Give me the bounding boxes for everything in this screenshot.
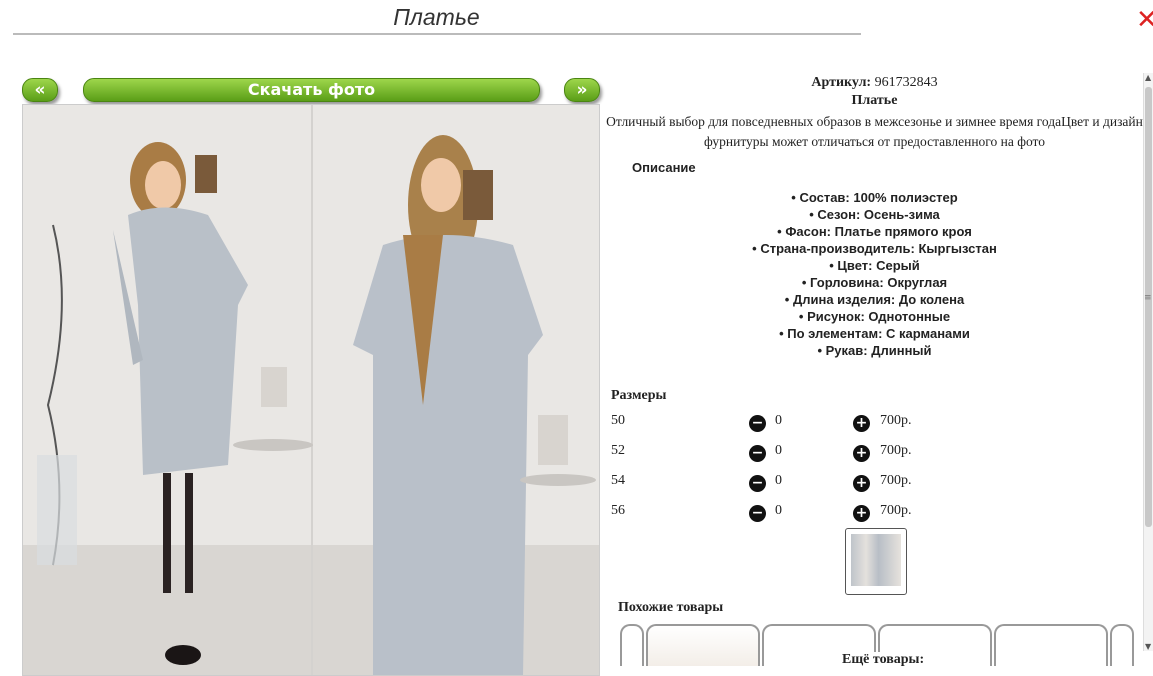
quantity-value: 0 — [775, 413, 782, 428]
property-item: Длина изделия: До колена — [606, 291, 1143, 308]
close-icon[interactable]: ✕ — [1136, 6, 1153, 34]
properties-list: Состав: 100% полиэстер Сезон: Осень-зима… — [606, 189, 1143, 359]
similar-products-heading: Похожие товары — [618, 600, 724, 615]
price-value: 700р. — [880, 443, 912, 458]
size-row: 54 − 0 + 700р. — [611, 473, 1011, 493]
similar-product-card[interactable] — [620, 624, 644, 666]
size-row: 52 − 0 + 700р. — [611, 443, 1011, 463]
size-value: 54 — [611, 473, 625, 488]
quantity-value: 0 — [775, 503, 782, 518]
plus-circle-icon[interactable]: + — [853, 475, 870, 492]
article-label: Артикул: — [811, 75, 872, 90]
size-row: 50 − 0 + 700р. — [611, 413, 1011, 433]
minus-circle-icon[interactable]: − — [749, 415, 766, 432]
next-photo-button[interactable]: » — [564, 78, 600, 102]
thumbnail-image — [851, 534, 901, 586]
similar-product-card[interactable] — [1110, 624, 1134, 666]
title-divider — [13, 33, 861, 35]
size-value: 50 — [611, 413, 625, 428]
page-title: Платье — [393, 4, 480, 30]
price-value: 700р. — [880, 503, 912, 518]
more-products-heading: Ещё товары: — [838, 652, 929, 668]
scroll-up-icon[interactable]: ▲ — [1145, 73, 1151, 82]
similar-product-card[interactable] — [994, 624, 1108, 666]
sizes-heading: Размеры — [611, 388, 667, 403]
price-value: 700р. — [880, 473, 912, 488]
minus-circle-icon[interactable]: − — [749, 505, 766, 522]
property-item: Рисунок: Однотонные — [606, 308, 1143, 325]
article-value: 961732843 — [874, 75, 938, 90]
property-item: Рукав: Длинный — [606, 342, 1143, 359]
size-row: 56 − 0 + 700р. — [611, 503, 1011, 523]
quantity-value: 0 — [775, 473, 782, 488]
size-value: 56 — [611, 503, 625, 518]
plus-circle-icon[interactable]: + — [853, 415, 870, 432]
description-heading: Описание — [632, 160, 696, 175]
quantity-value: 0 — [775, 443, 782, 458]
property-item: Фасон: Платье прямого кроя — [606, 223, 1143, 240]
plus-circle-icon[interactable]: + — [853, 445, 870, 462]
scrollbar-thumb[interactable] — [1145, 87, 1152, 527]
scrollbar[interactable]: ▲ ≡ ▼ — [1143, 73, 1153, 651]
prev-photo-button[interactable]: « — [22, 78, 58, 102]
product-photo — [22, 104, 600, 676]
property-item: Горловина: Округлая — [606, 274, 1143, 291]
download-photo-button[interactable]: Скачать фото — [83, 78, 540, 102]
product-name: Платье — [851, 93, 898, 108]
product-thumbnail[interactable] — [845, 528, 907, 595]
scroll-down-icon[interactable]: ▼ — [1145, 642, 1151, 651]
plus-circle-icon[interactable]: + — [853, 505, 870, 522]
minus-circle-icon[interactable]: − — [749, 475, 766, 492]
product-info-panel: Артикул: 961732843 Платье Отличный выбор… — [606, 74, 1143, 668]
product-photo-image — [23, 105, 599, 675]
property-item: Сезон: Осень-зима — [606, 206, 1143, 223]
property-item: Цвет: Серый — [606, 257, 1143, 274]
article-line: Артикул: 961732843 — [606, 75, 1143, 91]
property-item: По элементам: С карманами — [606, 325, 1143, 342]
price-value: 700р. — [880, 413, 912, 428]
product-description: Отличный выбор для повседневных образов … — [606, 114, 1143, 149]
scroll-grip-icon: ≡ — [1144, 293, 1152, 303]
property-item: Страна-производитель: Кыргызстан — [606, 240, 1143, 257]
minus-circle-icon[interactable]: − — [749, 445, 766, 462]
size-value: 52 — [611, 443, 625, 458]
property-item: Состав: 100% полиэстер — [606, 189, 1143, 206]
similar-product-card[interactable] — [646, 624, 760, 666]
